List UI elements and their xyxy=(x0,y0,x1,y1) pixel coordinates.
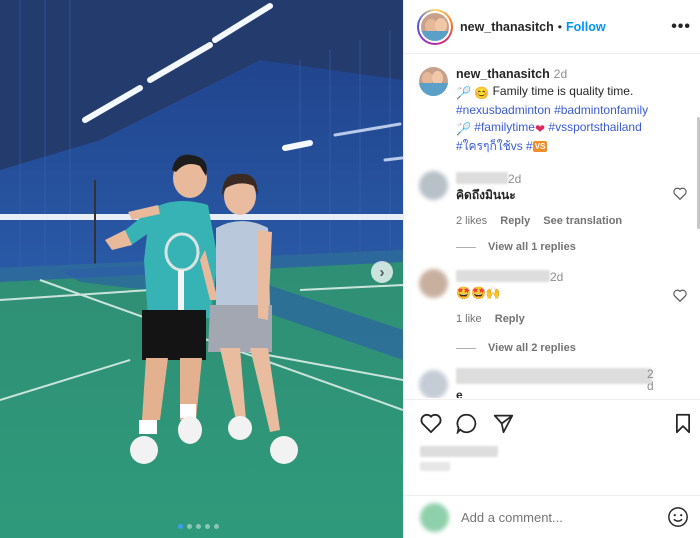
post-date-redacted xyxy=(420,462,450,471)
follow-button[interactable]: Follow xyxy=(566,20,606,34)
carousel-dot xyxy=(214,524,219,529)
caption-text: Family time is quality time. xyxy=(492,84,634,98)
hashtag-familytime[interactable]: #familytime xyxy=(474,120,535,134)
view-replies-button[interactable]: View all 1 replies xyxy=(456,241,576,253)
see-translation-button[interactable]: See translation xyxy=(543,215,622,227)
comment-likes[interactable]: 1 like xyxy=(456,313,482,325)
badminton-icon: 🏸 xyxy=(456,86,471,100)
badminton-court-image xyxy=(0,0,403,538)
view-replies-label: View all 1 replies xyxy=(488,241,576,253)
comment-item: 2d 🤩🤩🙌 1 like Reply xyxy=(419,269,687,327)
caption-hashtags[interactable]: #nexusbadminton #badmintonfamily xyxy=(456,103,648,117)
comment-icon[interactable] xyxy=(456,413,477,434)
view-replies-label: View all 2 replies xyxy=(488,342,576,354)
comment-heart-icon[interactable] xyxy=(673,187,687,200)
comment-time: 2d xyxy=(508,172,522,186)
post-photo[interactable]: › xyxy=(0,0,403,538)
caption-time: 2d xyxy=(553,67,568,81)
comments-scroll-area[interactable]: new_thanasitch 2d 🏸 😊 Family time is qual… xyxy=(404,55,700,398)
next-image-button[interactable]: › xyxy=(371,261,393,283)
heart-icon[interactable] xyxy=(420,413,442,433)
author-avatar[interactable] xyxy=(417,8,453,45)
bookmark-icon[interactable] xyxy=(674,413,692,434)
replies-line xyxy=(456,347,476,349)
chevron-right-icon: › xyxy=(379,263,385,281)
comment-likes[interactable]: 2 likes xyxy=(456,215,487,227)
caption-avatar[interactable] xyxy=(419,67,448,96)
separator-dot: • xyxy=(557,19,562,34)
comment-text: 🤩🤩🙌 xyxy=(456,286,501,300)
comment-time: 2d xyxy=(647,367,654,393)
caption-username[interactable]: new_thanasitch xyxy=(456,67,550,81)
comment-text: คิดถึงมินนะ xyxy=(456,188,516,202)
view-replies-button[interactable]: View all 2 replies xyxy=(456,342,576,354)
hashtag-thai[interactable]: #ใครๆก็ใช้vs # xyxy=(456,139,533,153)
smile-icon[interactable] xyxy=(667,506,689,528)
commenter-username-redacted[interactable] xyxy=(456,270,550,282)
replies-line xyxy=(456,246,476,248)
comment-heart-icon[interactable] xyxy=(673,289,687,302)
add-comment-input[interactable] xyxy=(461,509,651,525)
commenter-username-redacted[interactable] xyxy=(456,172,508,184)
comment-text: e xyxy=(456,388,463,398)
carousel-dot-active xyxy=(178,524,183,529)
smiling-face-icon: 😊 xyxy=(474,86,490,100)
current-user-avatar xyxy=(420,502,449,532)
badminton-icon: 🏸 xyxy=(456,122,471,136)
carousel-dot xyxy=(205,524,210,529)
likes-count-redacted[interactable] xyxy=(420,446,498,457)
red-heart-icon: ❤ xyxy=(534,122,546,136)
reply-button[interactable]: Reply xyxy=(500,215,530,227)
post-header: new_thanasitch • Follow ••• xyxy=(404,0,700,54)
add-comment-bar xyxy=(404,495,700,538)
paper-plane-icon[interactable] xyxy=(493,413,514,434)
hashtag-vssportsthailand[interactable]: #vssportsthailand xyxy=(548,120,641,134)
comment-time: 2d xyxy=(550,270,564,284)
action-bar xyxy=(404,399,700,471)
carousel-dot xyxy=(187,524,192,529)
more-options-icon[interactable]: ••• xyxy=(671,18,691,36)
commenter-username-redacted[interactable] xyxy=(456,368,652,384)
carousel-dots xyxy=(178,524,219,529)
reply-button[interactable]: Reply xyxy=(495,313,525,325)
commenter-avatar[interactable] xyxy=(419,171,448,200)
comment-item: 2d e xyxy=(419,368,687,398)
post-side-panel: new_thanasitch • Follow ••• new_thanasit… xyxy=(403,0,700,538)
author-username[interactable]: new_thanasitch xyxy=(460,20,554,34)
commenter-avatar[interactable] xyxy=(419,370,448,398)
post-caption: new_thanasitch 2d 🏸 😊 Family time is qual… xyxy=(419,66,691,155)
commenter-avatar[interactable] xyxy=(419,269,448,298)
carousel-dot xyxy=(196,524,201,529)
vs-badge: VS xyxy=(532,141,548,152)
comment-item: 2d คิดถึงมินนะ 2 likes Reply See transla… xyxy=(419,171,687,229)
